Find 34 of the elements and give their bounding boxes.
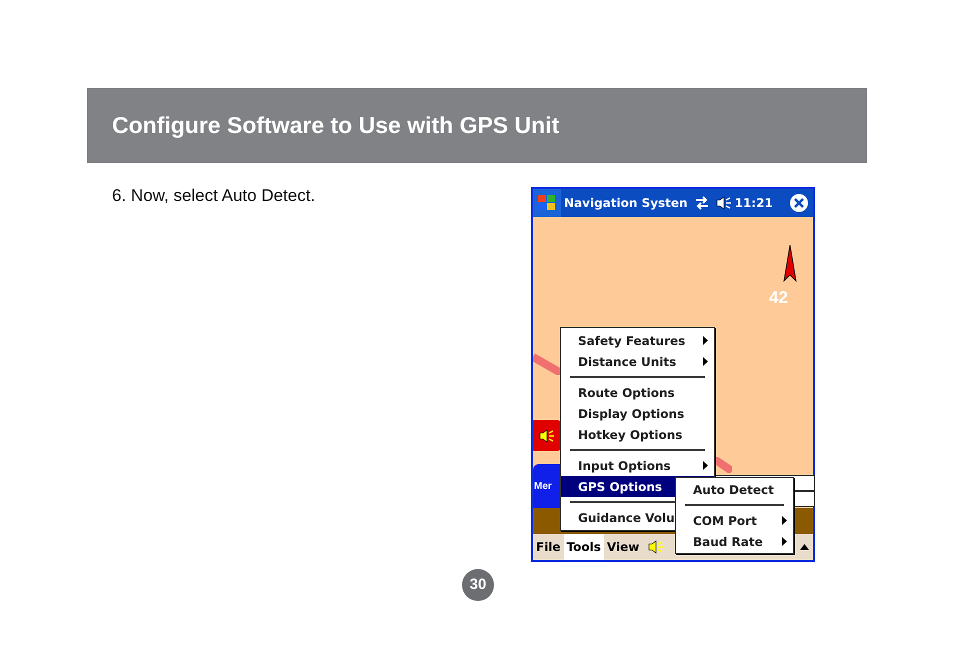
- menu-bar-item[interactable]: File: [533, 534, 564, 560]
- submenu-arrow-icon: [782, 537, 787, 546]
- menu-item[interactable]: Safety Features: [561, 330, 714, 351]
- north-arrow-icon: [783, 245, 797, 283]
- submenu-arrow-icon: [703, 461, 708, 470]
- connectivity-icon[interactable]: [694, 196, 710, 210]
- speaker-icon: [539, 428, 555, 442]
- menu-item[interactable]: COM Port: [676, 510, 793, 531]
- menu-item[interactable]: Input Options: [561, 455, 714, 476]
- menu-item[interactable]: Distance Units: [561, 351, 714, 372]
- speaker-icon: [648, 540, 664, 554]
- close-icon[interactable]: [789, 193, 809, 213]
- windows-logo-icon[interactable]: [533, 189, 561, 217]
- road-drawing: [714, 457, 732, 473]
- menu-button[interactable]: Mer: [533, 464, 560, 508]
- road-drawing: [533, 353, 561, 375]
- menu-bar-item[interactable]: View: [604, 534, 642, 560]
- page-title: Configure Software to Use with GPS Unit: [112, 111, 560, 140]
- submenu-arrow-icon: [703, 357, 708, 366]
- clock-time[interactable]: 11:21: [734, 194, 773, 212]
- window-title: Navigation Systen: [564, 195, 688, 212]
- menu-item[interactable]: Hotkey Options: [561, 424, 714, 445]
- scroll-up-icon[interactable]: [800, 544, 809, 550]
- menu-item[interactable]: Baud Rate: [676, 531, 793, 552]
- menu-item[interactable]: Route Options: [561, 382, 714, 403]
- speaker-icon: [716, 196, 732, 210]
- menu-item[interactable]: Display Options: [561, 403, 714, 424]
- page-number: 30: [462, 569, 494, 601]
- submenu-arrow-icon: [782, 516, 787, 525]
- speed-value: 42: [769, 287, 788, 309]
- sound-button[interactable]: [533, 420, 561, 451]
- menu-bar-item[interactable]: Tools: [564, 534, 604, 560]
- submenu-arrow-icon: [703, 336, 708, 345]
- step-text: 6. Now, select Auto Detect.: [112, 185, 316, 207]
